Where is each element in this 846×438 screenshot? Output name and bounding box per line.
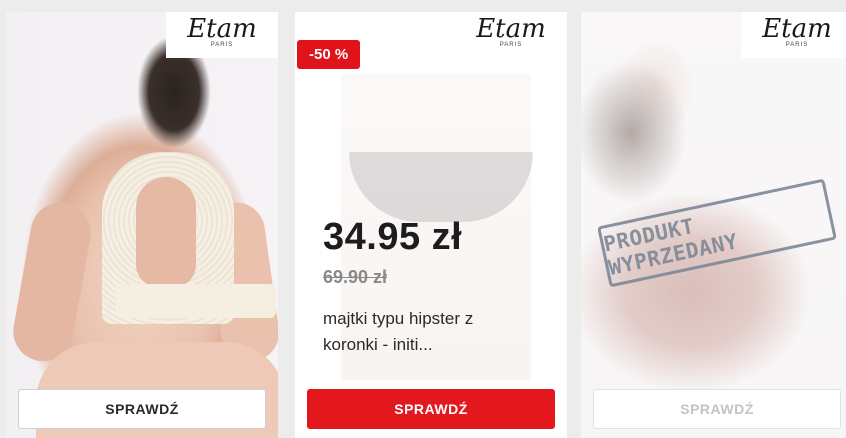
old-price: 69.90 zł xyxy=(323,267,388,287)
brand-tagline: PARIS xyxy=(499,42,523,48)
bra-band xyxy=(116,284,276,318)
check-button-disabled: SPRAWDŹ xyxy=(593,389,841,429)
product-card-2[interactable]: Etam PARIS -50 % 34.95 zł 69.90 zł majtk… xyxy=(295,12,567,438)
product-name[interactable]: majtki typu hipster z koronki - initi... xyxy=(323,306,523,358)
bra-keyhole xyxy=(136,177,196,287)
brand-logo: Etam PARIS xyxy=(166,12,278,58)
check-button[interactable]: SPRAWDŹ xyxy=(18,389,266,429)
brand-logo: Etam PARIS xyxy=(455,12,567,58)
brand-name: Etam xyxy=(187,14,257,44)
brand-logo: Etam PARIS xyxy=(741,12,846,58)
product-image[interactable] xyxy=(6,12,278,438)
current-price: 34.95 zł xyxy=(323,216,463,258)
brand-name: Etam xyxy=(476,14,546,44)
product-card-1[interactable]: Etam PARIS SPRAWDŹ xyxy=(6,12,278,438)
check-button[interactable]: SPRAWDŹ xyxy=(307,389,555,429)
product-card-3[interactable]: Etam PARIS PRODUKT WYPRZEDANY SPRAWDŹ xyxy=(581,12,846,438)
discount-badge: -50 % xyxy=(297,40,361,69)
brand-tagline: PARIS xyxy=(210,42,234,48)
model-arm-left xyxy=(8,198,96,366)
brand-name: Etam xyxy=(762,14,832,44)
